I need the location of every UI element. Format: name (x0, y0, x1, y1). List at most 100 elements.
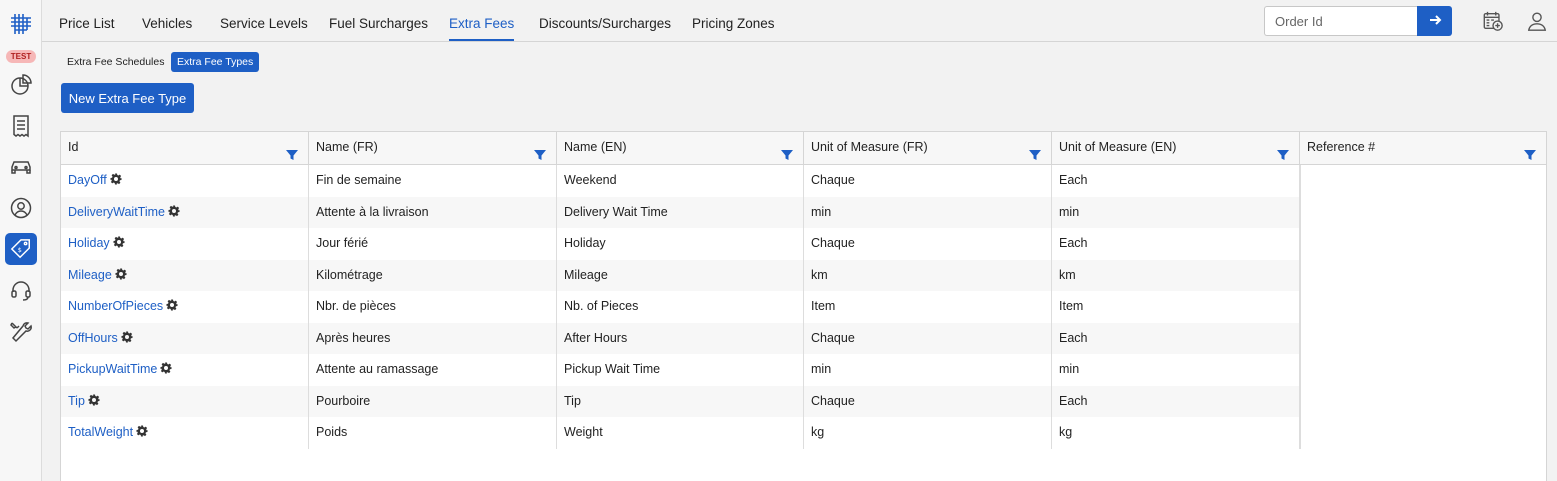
column-header-name-fr[interactable]: Name (FR) (309, 132, 557, 165)
table-row: DayOff Fin de semaine Weekend Chaque Eac… (61, 165, 1300, 197)
cell-name-en: Weight (557, 417, 804, 449)
cell-name-fr: Poids (309, 417, 557, 449)
fee-type-id-link[interactable]: Tip (68, 394, 85, 408)
arrow-right-icon (1428, 13, 1442, 30)
cell-unit-en: Item (1052, 291, 1300, 323)
cell-unit-fr: Chaque (804, 322, 1052, 354)
filter-icon[interactable] (1524, 142, 1536, 160)
cell-unit-fr: Chaque (804, 165, 1052, 197)
fee-type-id-link[interactable]: Mileage (68, 268, 112, 282)
cell-name-en: Mileage (557, 259, 804, 291)
column-header-id[interactable]: Id (61, 132, 309, 165)
table-row: OffHours Après heures After Hours Chaque… (61, 322, 1300, 354)
gear-icon[interactable] (113, 229, 125, 248)
cell-unit-en: kg (1052, 417, 1300, 449)
tab-price-list[interactable]: Price List (59, 16, 115, 31)
table-row: Tip Pourboire Tip Chaque Each (61, 385, 1300, 417)
cell-unit-en: min (1052, 354, 1300, 386)
table-row: Mileage Kilométrage Mileage km km (61, 259, 1300, 291)
table-row: Holiday Jour férié Holiday Chaque Each (61, 228, 1300, 260)
invoice-icon[interactable] (9, 114, 33, 138)
filter-icon[interactable] (1277, 142, 1289, 160)
env-badge: TEST (6, 50, 36, 63)
cell-name-fr: Attente au ramassage (309, 354, 557, 386)
table-row: NumberOfPieces Nbr. de pièces Nb. of Pie… (61, 291, 1300, 323)
user-circle-icon[interactable] (9, 196, 33, 220)
cell-name-fr: Pourboire (309, 385, 557, 417)
cell-name-en: Tip (557, 385, 804, 417)
gear-icon[interactable] (136, 418, 148, 437)
cell-name-en: Nb. of Pieces (557, 291, 804, 323)
cell-unit-fr: Chaque (804, 228, 1052, 260)
table-row: DeliveryWaitTime Attente à la livraison … (61, 196, 1300, 228)
tab-vehicles[interactable]: Vehicles (142, 16, 192, 31)
side-rail: TEST $ (0, 0, 42, 481)
cell-unit-fr: kg (804, 417, 1052, 449)
calendar-add-icon[interactable] (1482, 10, 1504, 32)
fee-type-id-link[interactable]: DayOff (68, 173, 107, 187)
gear-icon[interactable] (166, 292, 178, 311)
cell-unit-en: Each (1052, 322, 1300, 354)
gear-icon[interactable] (121, 324, 133, 342)
cell-unit-en: Each (1052, 165, 1300, 197)
cell-name-en: Weekend (557, 165, 804, 197)
fee-type-id-link[interactable]: TotalWeight (68, 425, 133, 439)
cell-unit-fr: Item (804, 291, 1052, 323)
filter-icon[interactable] (286, 142, 298, 160)
filter-icon[interactable] (534, 142, 546, 160)
vehicle-icon[interactable] (9, 155, 33, 179)
fee-type-id-link[interactable]: OffHours (68, 331, 118, 345)
cell-name-fr: Nbr. de pièces (309, 291, 557, 323)
subtab-extra-fee-types[interactable]: Extra Fee Types (171, 52, 260, 72)
cell-unit-en: km (1052, 259, 1300, 291)
order-id-input[interactable] (1264, 6, 1419, 36)
fee-type-id-link[interactable]: Holiday (68, 236, 110, 250)
table-row: TotalWeight Poids Weight kg kg (61, 417, 1300, 449)
gear-icon[interactable] (115, 261, 127, 279)
cell-unit-en: min (1052, 196, 1300, 228)
column-header-name-en[interactable]: Name (EN) (557, 132, 804, 165)
table-header: Id Name (FR) Name (EN) Unit of Measure (… (61, 132, 1546, 165)
cell-name-en: Pickup Wait Time (557, 354, 804, 386)
subtab-extra-fee-schedules[interactable]: Extra Fee Schedules (61, 52, 170, 72)
tab-service-levels[interactable]: Service Levels (220, 16, 308, 31)
logo-icon[interactable] (9, 12, 33, 36)
tab-fuel-surcharges[interactable]: Fuel Surcharges (329, 16, 428, 31)
table-row: PickupWaitTime Attente au ramassage Pick… (61, 354, 1300, 386)
new-extra-fee-type-button[interactable]: New Extra Fee Type (61, 83, 194, 113)
gear-icon[interactable] (160, 355, 172, 374)
dashboard-pie-icon[interactable] (9, 73, 33, 97)
tools-icon[interactable] (9, 320, 33, 344)
cell-name-fr: Kilométrage (309, 259, 557, 291)
filter-icon[interactable] (781, 142, 793, 160)
support-headset-icon[interactable] (9, 278, 33, 302)
fee-type-id-link[interactable]: DeliveryWaitTime (68, 205, 165, 219)
column-header-reference[interactable]: Reference # (1300, 132, 1546, 165)
cell-unit-fr: min (804, 354, 1052, 386)
cell-unit-fr: Chaque (804, 385, 1052, 417)
cell-name-fr: Fin de semaine (309, 165, 557, 197)
filter-icon[interactable] (1029, 142, 1041, 160)
column-header-unit-fr[interactable]: Unit of Measure (FR) (804, 132, 1052, 165)
fee-type-id-link[interactable]: NumberOfPieces (68, 299, 163, 313)
fee-type-id-link[interactable]: PickupWaitTime (68, 362, 157, 376)
column-header-unit-en[interactable]: Unit of Measure (EN) (1052, 132, 1300, 165)
cell-name-fr: Attente à la livraison (309, 196, 557, 228)
cell-name-en: Delivery Wait Time (557, 196, 804, 228)
gear-icon[interactable] (168, 198, 180, 216)
gear-icon[interactable] (110, 166, 122, 185)
price-tag-icon[interactable]: $ (5, 233, 37, 265)
gear-icon[interactable] (88, 387, 100, 405)
cell-name-fr: Jour férié (309, 228, 557, 260)
svg-text:$: $ (18, 246, 22, 254)
order-search-button[interactable] (1417, 6, 1452, 36)
tab-pricing-zones[interactable]: Pricing Zones (692, 16, 775, 31)
reference-column-body (1300, 165, 1546, 449)
tab-discounts-surcharges[interactable]: Discounts/Surcharges (539, 16, 671, 31)
tab-extra-fees[interactable]: Extra Fees (449, 16, 515, 41)
cell-unit-fr: km (804, 259, 1052, 291)
top-nav: Price List Vehicles Service Levels Fuel … (42, 0, 1557, 42)
user-profile-icon[interactable] (1526, 10, 1548, 32)
extra-fee-types-table: Id Name (FR) Name (EN) Unit of Measure (… (60, 131, 1547, 481)
cell-name-en: After Hours (557, 322, 804, 354)
